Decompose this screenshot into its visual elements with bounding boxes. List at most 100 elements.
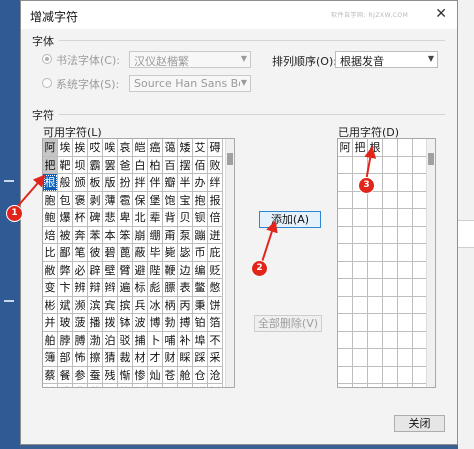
char-cell[interactable]: 埠 xyxy=(193,331,208,349)
char-cell[interactable]: 笔 xyxy=(73,244,88,262)
char-cell[interactable]: 蚕 xyxy=(88,366,103,384)
used-char-cell[interactable]: 阿 xyxy=(338,139,353,157)
char-cell[interactable]: 糙 xyxy=(43,384,58,387)
char-cell[interactable]: 蹦 xyxy=(193,226,208,244)
used-char-cell[interactable] xyxy=(353,314,368,332)
char-cell[interactable]: 餐 xyxy=(58,366,73,384)
char-cell[interactable]: 佰 xyxy=(193,156,208,174)
char-cell[interactable]: 柏 xyxy=(148,156,163,174)
used-char-cell[interactable] xyxy=(398,384,413,387)
used-char-cell[interactable] xyxy=(338,349,353,367)
char-cell[interactable]: 冰 xyxy=(148,296,163,314)
char-cell[interactable]: 笨 xyxy=(118,226,133,244)
char-cell[interactable]: 弊 xyxy=(58,261,73,279)
char-cell[interactable]: 材 xyxy=(133,349,148,367)
char-cell[interactable]: 爸 xyxy=(118,156,133,174)
char-cell[interactable]: 败 xyxy=(208,156,223,174)
char-cell[interactable]: 半 xyxy=(178,174,193,192)
char-cell[interactable]: 部 xyxy=(58,349,73,367)
char-cell[interactable]: 甭 xyxy=(163,226,178,244)
char-cell[interactable]: 拨 xyxy=(103,314,118,332)
sort-order-select[interactable]: 根据发音 ▼ xyxy=(335,51,438,68)
char-cell[interactable]: 濒 xyxy=(73,296,88,314)
used-char-cell[interactable] xyxy=(398,209,413,227)
char-cell[interactable]: 踩 xyxy=(193,349,208,367)
char-cell[interactable]: 保 xyxy=(133,191,148,209)
used-char-cell[interactable] xyxy=(383,384,398,387)
char-cell[interactable]: 阿 xyxy=(43,139,58,157)
char-cell[interactable]: 埃 xyxy=(58,139,73,157)
char-cell[interactable]: 鞭 xyxy=(163,261,178,279)
char-cell[interactable]: 泵 xyxy=(178,226,193,244)
used-char-cell[interactable] xyxy=(383,349,398,367)
used-char-cell[interactable] xyxy=(398,314,413,332)
char-cell[interactable]: 本 xyxy=(103,226,118,244)
char-cell[interactable]: 绊 xyxy=(208,174,223,192)
char-cell[interactable]: 艾 xyxy=(193,139,208,157)
char-cell[interactable]: 爆 xyxy=(58,209,73,227)
used-char-cell[interactable] xyxy=(368,244,383,262)
char-cell[interactable]: 辫 xyxy=(103,279,118,297)
char-cell[interactable]: 碍 xyxy=(208,139,223,157)
char-cell[interactable]: 摈 xyxy=(118,296,133,314)
char-cell[interactable]: 碧 xyxy=(103,244,118,262)
used-char-cell[interactable] xyxy=(398,279,413,297)
char-cell[interactable]: 毖 xyxy=(178,244,193,262)
char-cell[interactable]: 避 xyxy=(133,261,148,279)
char-cell[interactable]: 博 xyxy=(148,314,163,332)
char-cell[interactable]: 包 xyxy=(58,191,73,209)
used-char-cell[interactable] xyxy=(338,174,353,192)
char-cell[interactable]: 侧 xyxy=(133,384,148,387)
char-cell[interactable]: 柄 xyxy=(163,296,178,314)
char-cell[interactable]: 边 xyxy=(178,261,193,279)
char-cell[interactable]: 般 xyxy=(58,174,73,192)
scrollbar-thumb[interactable] xyxy=(227,153,233,165)
add-button[interactable]: 添加(A) xyxy=(259,211,321,228)
clear-all-button[interactable]: 全部删除(V) xyxy=(254,315,322,332)
char-cell[interactable]: 舶 xyxy=(43,331,58,349)
char-cell[interactable]: 被 xyxy=(58,226,73,244)
scrollbar-thumb[interactable] xyxy=(428,153,434,165)
char-cell[interactable]: 比 xyxy=(43,244,58,262)
char-cell[interactable]: 迸 xyxy=(208,226,223,244)
char-cell[interactable]: 板 xyxy=(88,174,103,192)
used-char-cell[interactable] xyxy=(383,366,398,384)
used-char-cell[interactable] xyxy=(368,349,383,367)
char-cell[interactable]: 铂 xyxy=(193,314,208,332)
char-cell[interactable]: 雹 xyxy=(118,191,133,209)
char-cell[interactable]: 遍 xyxy=(118,279,133,297)
char-cell[interactable]: 槽 xyxy=(58,384,73,387)
char-cell[interactable]: 办 xyxy=(193,174,208,192)
used-char-cell[interactable] xyxy=(383,261,398,279)
used-char-cell[interactable] xyxy=(383,244,398,262)
used-char-cell[interactable] xyxy=(398,296,413,314)
char-cell[interactable]: 伴 xyxy=(148,174,163,192)
char-cell[interactable]: 倍 xyxy=(208,209,223,227)
char-cell[interactable]: 卑 xyxy=(118,209,133,227)
char-cell[interactable]: 苯 xyxy=(88,226,103,244)
calligraphy-font-select[interactable]: 汉仪赵楷繁 ▼ xyxy=(129,51,251,68)
char-cell[interactable]: 膊 xyxy=(73,331,88,349)
char-cell[interactable]: 搏 xyxy=(178,314,193,332)
char-cell[interactable]: 猜 xyxy=(103,349,118,367)
char-cell[interactable]: 饱 xyxy=(163,191,178,209)
char-cell[interactable]: 蓖 xyxy=(118,244,133,262)
used-char-cell[interactable] xyxy=(338,331,353,349)
system-font-radio[interactable] xyxy=(42,78,52,88)
char-cell[interactable]: 草 xyxy=(88,384,103,387)
used-char-cell[interactable] xyxy=(383,174,398,192)
char-cell[interactable]: 碑 xyxy=(88,209,103,227)
char-cell[interactable]: 辟 xyxy=(88,261,103,279)
char-cell[interactable]: 拌 xyxy=(133,174,148,192)
char-cell[interactable]: 毙 xyxy=(163,244,178,262)
used-char-cell[interactable] xyxy=(338,156,353,174)
used-char-cell[interactable] xyxy=(353,366,368,384)
available-chars-scrollbar[interactable] xyxy=(225,139,234,387)
used-char-cell[interactable] xyxy=(368,331,383,349)
char-cell[interactable]: 斌 xyxy=(58,296,73,314)
char-cell[interactable]: 残 xyxy=(103,366,118,384)
used-char-cell[interactable] xyxy=(368,156,383,174)
char-cell[interactable]: 堡 xyxy=(148,191,163,209)
used-char-cell[interactable] xyxy=(383,209,398,227)
char-cell[interactable]: 百 xyxy=(163,156,178,174)
